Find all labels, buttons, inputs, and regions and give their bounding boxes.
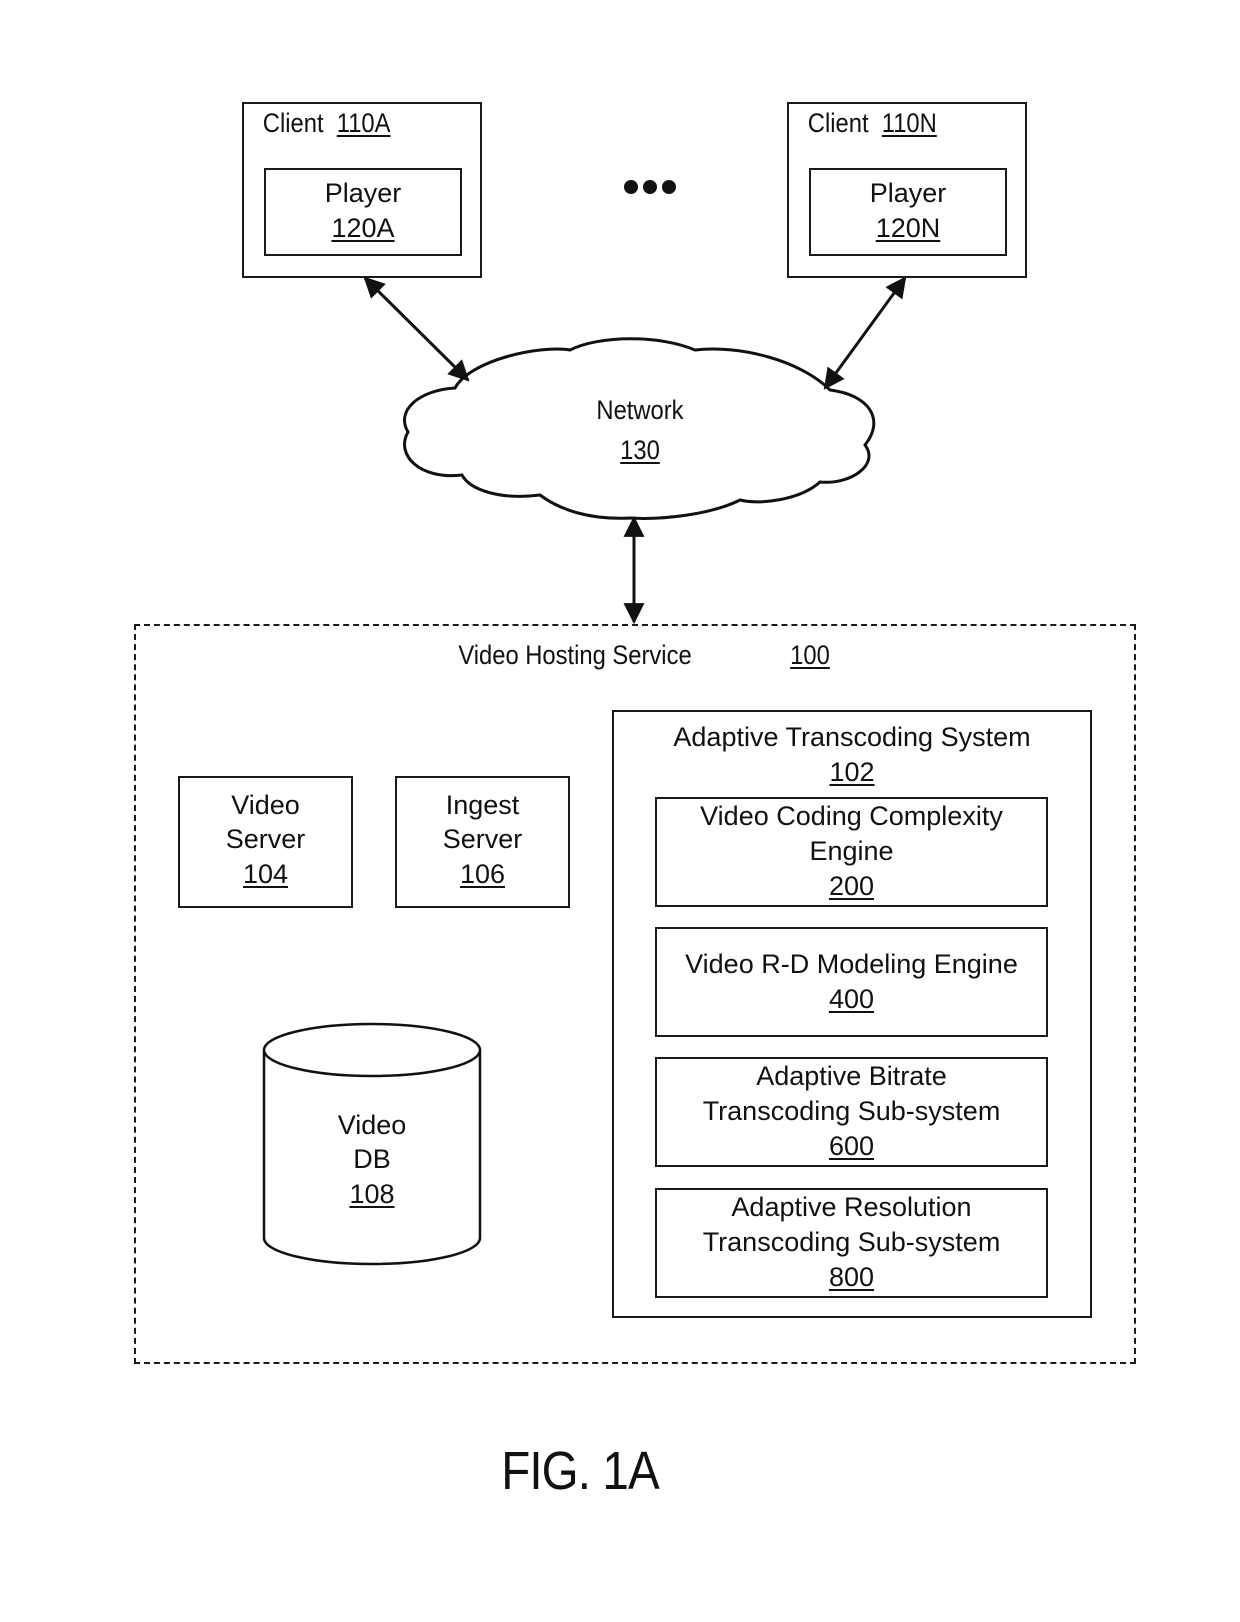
video-rd-modeling-engine-line1: Video R-D Modeling Engine [685, 949, 1018, 979]
ingest-server-line1: Ingest [445, 790, 520, 820]
client-110n-ref: 110N [881, 108, 937, 138]
network-ref: 130 [620, 435, 660, 465]
client-110a-name: Client [262, 108, 324, 138]
ellipsis-dot [624, 180, 638, 194]
video-server-ref: 104 [242, 859, 289, 889]
video-hosting-service-name: Video Hosting Service [458, 640, 692, 670]
player-120a-name: Player [324, 178, 402, 208]
video-coding-complexity-engine-ref: 200 [828, 871, 875, 901]
more-clients-ellipsis [624, 180, 676, 194]
arrow-client-n-network [823, 276, 907, 390]
adaptive-bitrate-transcoding-line2: Transcoding Sub-system [702, 1096, 1001, 1126]
video-coding-complexity-engine-line2: Engine [809, 836, 894, 866]
video-server-line1: Video [231, 790, 300, 820]
player-120n-ref: 120N [875, 213, 941, 243]
network-cloud-shape [403, 337, 876, 520]
adaptive-resolution-transcoding-line2: Transcoding Sub-system [702, 1227, 1001, 1257]
figure-caption: FIG. 1A [501, 1441, 659, 1501]
adaptive-bitrate-transcoding-ref: 600 [828, 1131, 875, 1161]
client-110n-label: Client 110N [808, 106, 966, 140]
video-db-line1: Video [337, 1110, 407, 1140]
video-db-line2: DB [353, 1144, 391, 1174]
adaptive-resolution-transcoding-line1: Adaptive Resolution [731, 1192, 972, 1222]
video-hosting-service-ref: 100 [790, 640, 830, 670]
client-110a-label: Client 110A [263, 106, 421, 140]
video-rd-modeling-engine-ref: 400 [828, 984, 875, 1014]
ingest-server-line2: Server [442, 824, 523, 854]
player-120a-ref: 120A [331, 213, 395, 243]
adaptive-resolution-transcoding-ref: 800 [828, 1262, 875, 1292]
ellipsis-dot [643, 180, 657, 194]
adaptive-transcoding-system-ref: 102 [829, 757, 875, 787]
player-120n-name: Player [869, 178, 947, 208]
video-server-line2: Server [225, 824, 306, 854]
video-db-ref: 108 [349, 1179, 395, 1209]
client-110n-name: Client [807, 108, 869, 138]
client-110a-ref: 110A [336, 108, 391, 138]
ellipsis-dot [662, 180, 676, 194]
network-name: Network [596, 395, 684, 425]
arrow-client-a-network [363, 276, 470, 382]
ingest-server-ref: 106 [459, 859, 506, 889]
adaptive-transcoding-system-name: Adaptive Transcoding System [673, 722, 1031, 752]
adaptive-bitrate-transcoding-line1: Adaptive Bitrate [756, 1061, 947, 1091]
video-coding-complexity-engine-line1: Video Coding Complexity [700, 801, 1003, 831]
